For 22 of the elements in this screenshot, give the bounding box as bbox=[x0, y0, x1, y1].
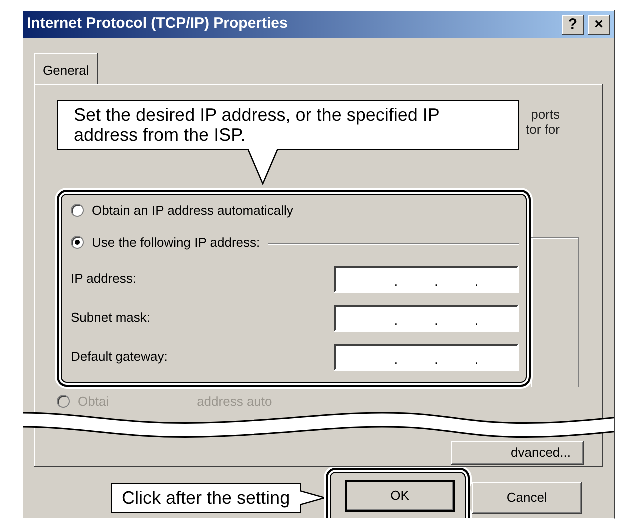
radio-label: Use the following IP address: bbox=[92, 234, 260, 252]
tab[interactable]: General bbox=[34, 53, 98, 84]
advanced-button[interactable]: dvanced... bbox=[451, 440, 584, 464]
radio-label: address auto bbox=[197, 392, 272, 411]
field-label: IP address: bbox=[71, 270, 137, 288]
ok-button[interactable]: OK bbox=[345, 480, 456, 512]
ip-address-field[interactable]: . . . bbox=[334, 344, 519, 370]
close-button[interactable]: × bbox=[588, 14, 610, 34]
help-button[interactable]: ? bbox=[562, 14, 584, 34]
ip-address-field[interactable]: . . . bbox=[334, 266, 519, 292]
cancel-button[interactable]: Cancel bbox=[472, 482, 582, 514]
field-label: Subnet mask: bbox=[71, 309, 150, 328]
radio-button[interactable] bbox=[71, 236, 84, 249]
ip-address-field[interactable]: . . . bbox=[334, 304, 519, 332]
field-label: Default gateway: bbox=[71, 348, 168, 366]
description-text: ports bbox=[531, 106, 560, 122]
radio-label: Obtain an IP address automatically bbox=[92, 202, 294, 220]
description-text: tor for bbox=[526, 122, 560, 136]
window-title: Internet Protocol (TCP/IP) Properties bbox=[27, 14, 289, 34]
callout-tail bbox=[247, 148, 279, 184]
radio-label: Obtai bbox=[78, 392, 110, 411]
radio-button[interactable] bbox=[71, 204, 84, 217]
